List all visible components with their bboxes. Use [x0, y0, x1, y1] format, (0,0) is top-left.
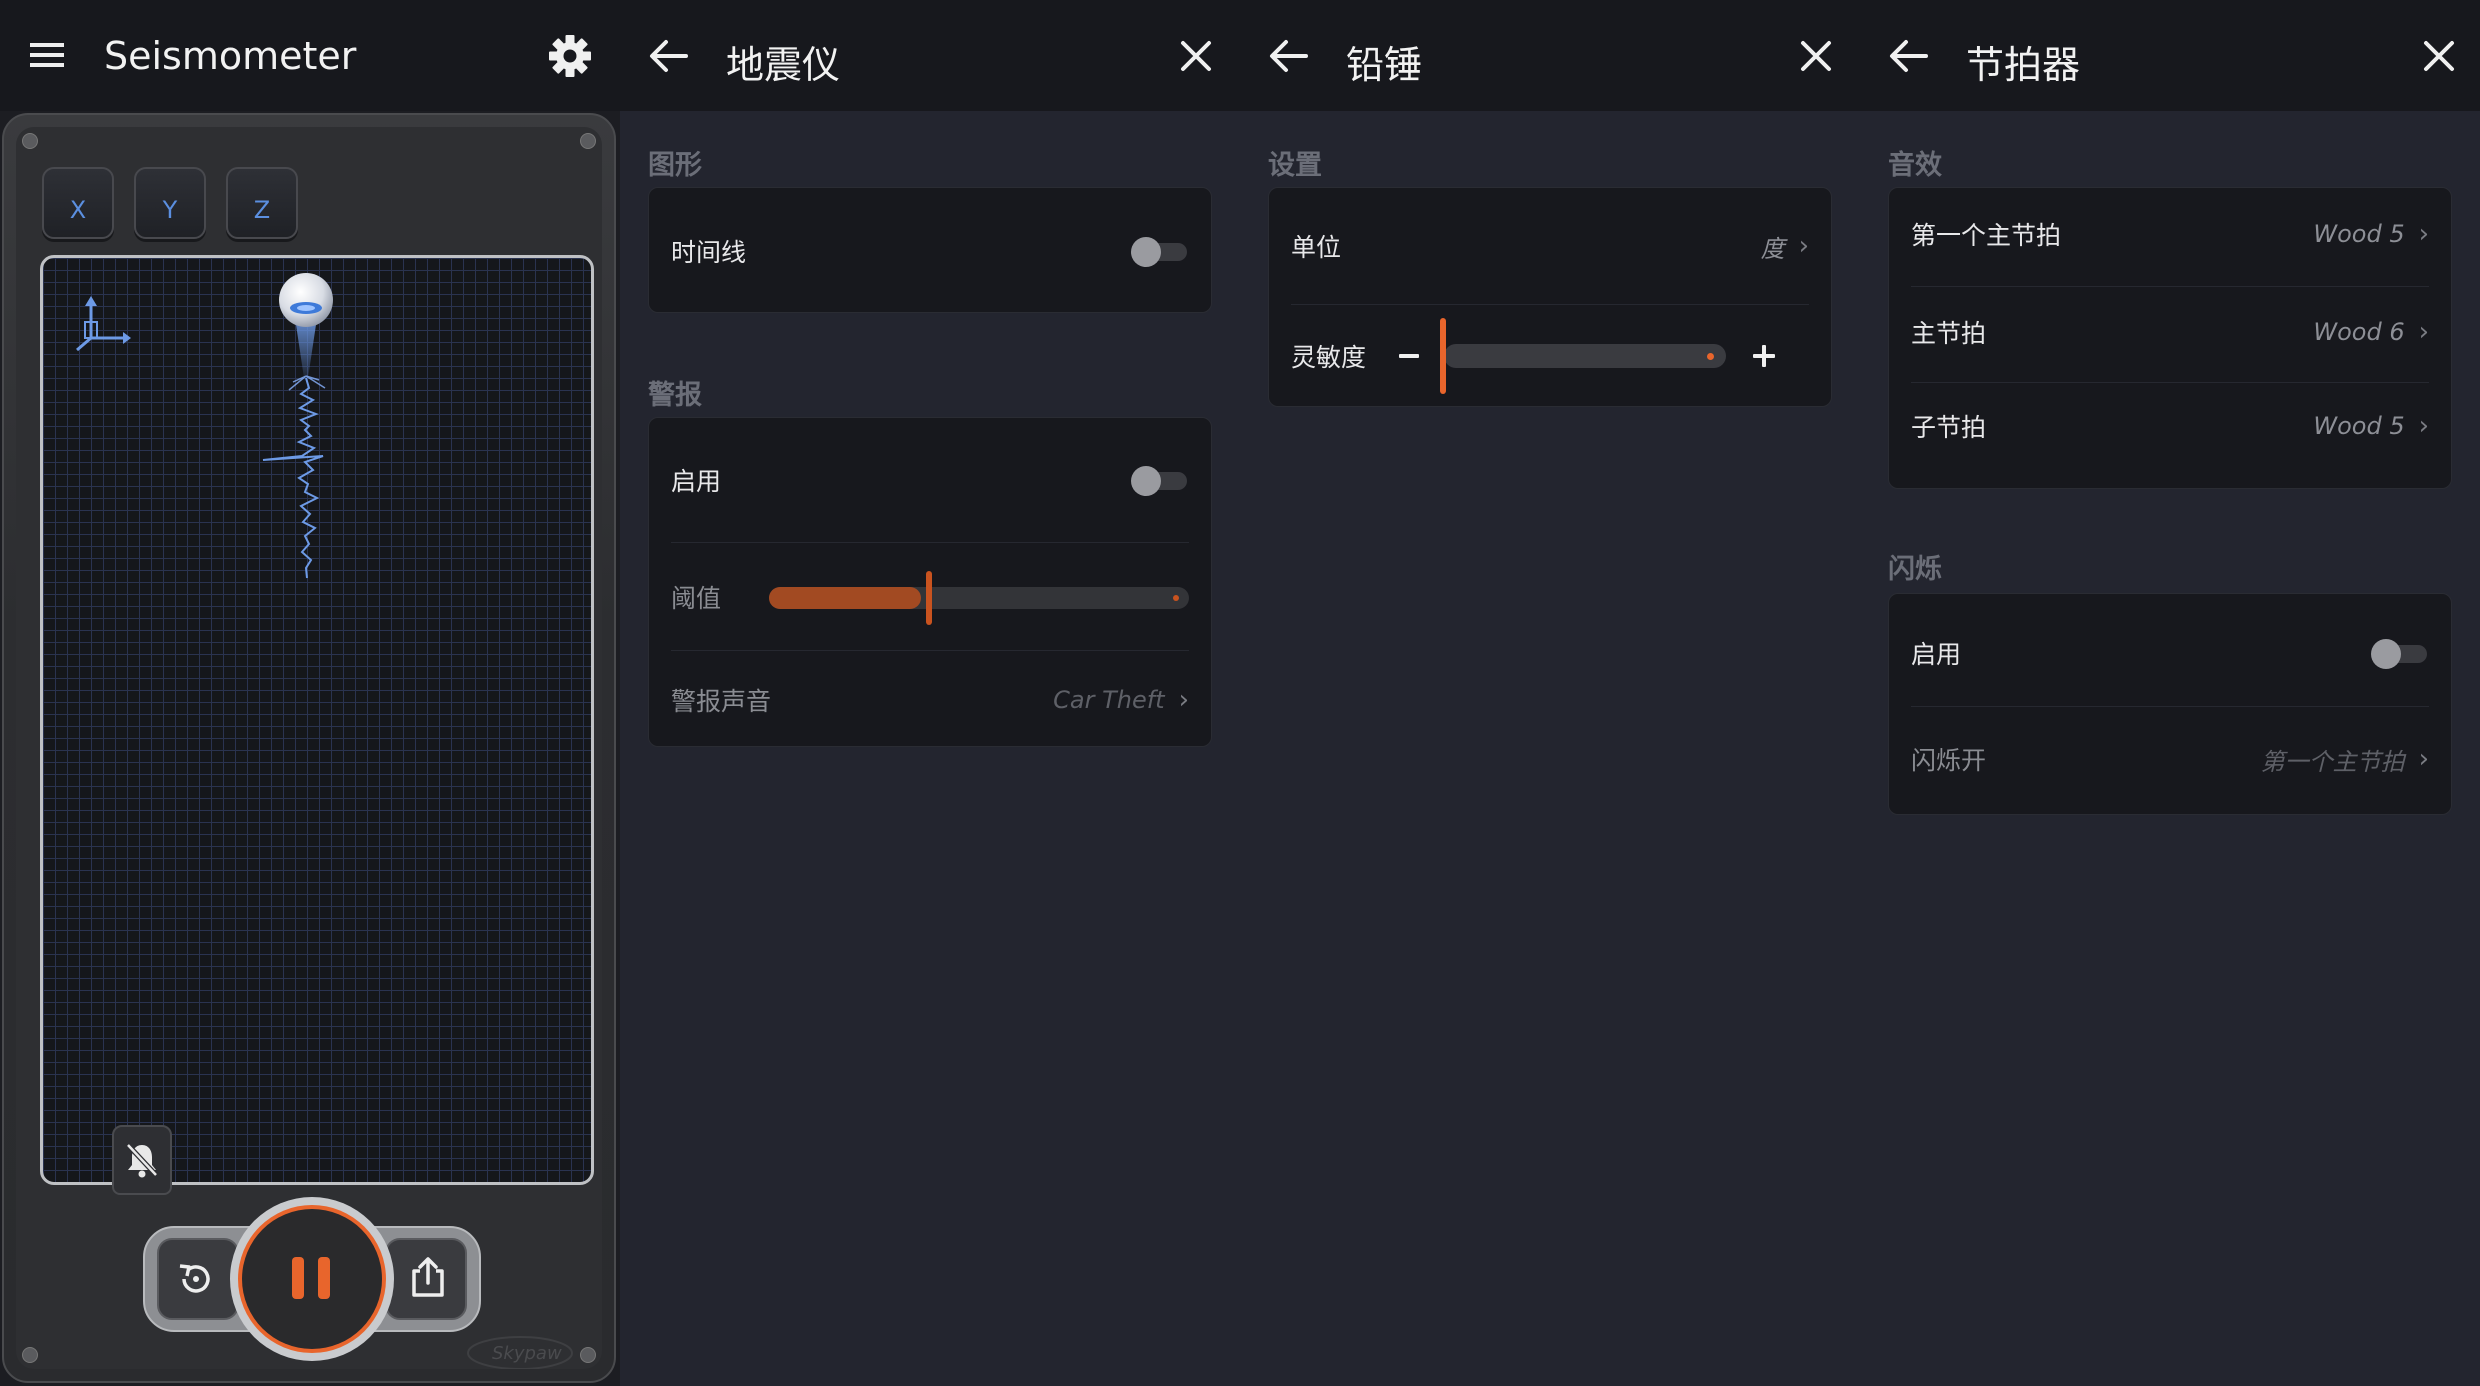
threshold-label: 阈值	[671, 584, 722, 613]
seismograph-screen	[40, 255, 594, 1185]
seismometer-view: X Y Z Skypaw	[0, 111, 620, 1386]
plumb-topbar: 铅锤	[1240, 0, 1860, 111]
flash-on-value: 第一个主节拍	[2260, 747, 2405, 776]
close-icon[interactable]	[1180, 40, 1212, 72]
axis-z-button[interactable]: Z	[226, 167, 298, 239]
unit-label: 单位	[1291, 233, 1342, 262]
seismometer-topbar: Seismometer	[0, 0, 620, 111]
metronome-settings-panel: 音效 第一个主节拍 Wood 5 › 主节拍 Wood 6 › 子节拍 Wood 5…	[1860, 111, 2480, 1386]
threshold-thumb[interactable]	[925, 571, 932, 625]
chevron-right-icon: ›	[1798, 231, 1809, 261]
control-bar: Skypaw	[16, 1169, 602, 1369]
flash-enable-toggle[interactable]	[2371, 639, 2429, 669]
earthquake-settings-panel: 图形 时间线 警报 启用 阈值 警报声音 Car Theft ›	[620, 111, 1240, 1386]
device-face: X Y Z Skypaw	[16, 127, 602, 1369]
flash-enable-row[interactable]: 启用	[1889, 594, 2451, 712]
main-beat-label: 主节拍	[1911, 319, 1987, 348]
seismograph-trace	[262, 273, 333, 579]
threshold-slider[interactable]	[769, 571, 1189, 625]
chevron-right-icon: ›	[2418, 317, 2429, 347]
section-label-alarm: 警报	[648, 380, 702, 411]
back-arrow-icon[interactable]	[648, 38, 688, 74]
hamburger-menu-icon[interactable]	[30, 40, 64, 70]
plumb-settings-card: 单位 度 › 灵敏度	[1268, 187, 1832, 407]
plumb-settings-panel: 设置 单位 度 › 灵敏度	[1240, 111, 1860, 1386]
plus-icon[interactable]	[1752, 344, 1776, 368]
earthquake-topbar: 地震仪	[620, 0, 1240, 111]
sensitivity-row: 灵敏度	[1269, 306, 1831, 406]
graphics-card: 时间线	[648, 187, 1212, 313]
screw	[580, 133, 596, 149]
back-arrow-icon[interactable]	[1268, 38, 1308, 74]
timeline-toggle[interactable]	[1131, 237, 1189, 267]
sub-beat-label: 子节拍	[1911, 413, 1987, 442]
sensitivity-slider[interactable]	[1440, 316, 1727, 396]
alarm-sound-value: Car Theft	[1053, 686, 1165, 714]
section-label-flash: 闪烁	[1888, 554, 1942, 585]
divider	[1291, 304, 1809, 305]
sound-card: 第一个主节拍 Wood 5 › 主节拍 Wood 6 › 子节拍 Wood 5 ›	[1888, 187, 2452, 489]
divider	[671, 542, 1189, 543]
app-title: Seismometer	[104, 34, 357, 78]
unit-value: 度	[1760, 234, 1785, 263]
sub-beat-value: Wood 5	[2313, 412, 2405, 440]
sensitivity-track	[1444, 344, 1727, 368]
chevron-right-icon: ›	[2418, 744, 2429, 774]
section-label-sound: 音效	[1888, 150, 1942, 181]
brand-text: Skypaw	[492, 1343, 562, 1364]
flash-enable-label: 启用	[1911, 640, 1962, 669]
sensitivity-end-dot	[1707, 353, 1715, 360]
timeline-row[interactable]: 时间线	[649, 188, 1211, 314]
share-icon[interactable]	[408, 1255, 448, 1299]
sub-beat-row[interactable]: 子节拍 Wood 5 ›	[1889, 380, 2451, 472]
axis-x-button[interactable]: X	[42, 167, 114, 239]
chevron-right-icon: ›	[1178, 685, 1189, 715]
unit-row[interactable]: 单位 度 ›	[1269, 188, 1831, 304]
sensitivity-label: 灵敏度	[1291, 343, 1367, 372]
alarm-enable-toggle[interactable]	[1131, 466, 1189, 496]
chevron-right-icon: ›	[2418, 219, 2429, 249]
panel-title: 铅锤	[1346, 43, 1423, 87]
panel-title: 地震仪	[726, 43, 841, 87]
back-arrow-icon[interactable]	[1888, 38, 1928, 74]
first-beat-row[interactable]: 第一个主节拍 Wood 5 ›	[1889, 188, 2451, 280]
chevron-right-icon: ›	[2418, 411, 2429, 441]
sensitivity-thumb[interactable]	[1440, 318, 1447, 394]
flash-on-row[interactable]: 闪烁开 第一个主节拍 ›	[1889, 708, 2451, 810]
threshold-fill	[769, 587, 921, 609]
flash-card: 启用 闪烁开 第一个主节拍 ›	[1888, 593, 2452, 815]
alarm-card: 启用 阈值 警报声音 Car Theft ›	[648, 417, 1212, 747]
section-label-graphics: 图形	[648, 150, 702, 181]
metronome-topbar: 节拍器	[1860, 0, 2480, 111]
section-label-settings: 设置	[1268, 150, 1322, 181]
alarm-sound-label: 警报声音	[671, 687, 772, 716]
close-icon[interactable]	[1800, 40, 1832, 72]
seismometer-device: X Y Z Skypaw	[2, 113, 616, 1383]
axis-y-button[interactable]: Y	[134, 167, 206, 239]
pause-icon[interactable]	[284, 1253, 340, 1305]
threshold-row: 阈值	[649, 544, 1211, 650]
flash-on-label: 闪烁开	[1911, 746, 1987, 775]
first-beat-value: Wood 5	[2313, 220, 2405, 248]
alarm-enable-row[interactable]: 启用	[649, 418, 1211, 542]
timeline-label: 时间线	[671, 238, 747, 267]
main-beat-value: Wood 6	[2313, 318, 2405, 346]
minus-icon[interactable]	[1398, 345, 1420, 367]
main-beat-row[interactable]: 主节拍 Wood 6 ›	[1889, 286, 2451, 378]
screw	[22, 133, 38, 149]
first-beat-label: 第一个主节拍	[1911, 221, 2062, 250]
divider	[1911, 706, 2429, 707]
alarm-sound-row[interactable]: 警报声音 Car Theft ›	[649, 652, 1211, 748]
panel-title: 节拍器	[1966, 43, 2081, 87]
close-icon[interactable]	[2423, 40, 2455, 72]
divider	[671, 650, 1189, 651]
alarm-enable-label: 启用	[671, 467, 722, 496]
gear-icon[interactable]	[548, 34, 592, 78]
reset-icon[interactable]	[176, 1259, 216, 1299]
threshold-end-dot	[1173, 595, 1179, 601]
